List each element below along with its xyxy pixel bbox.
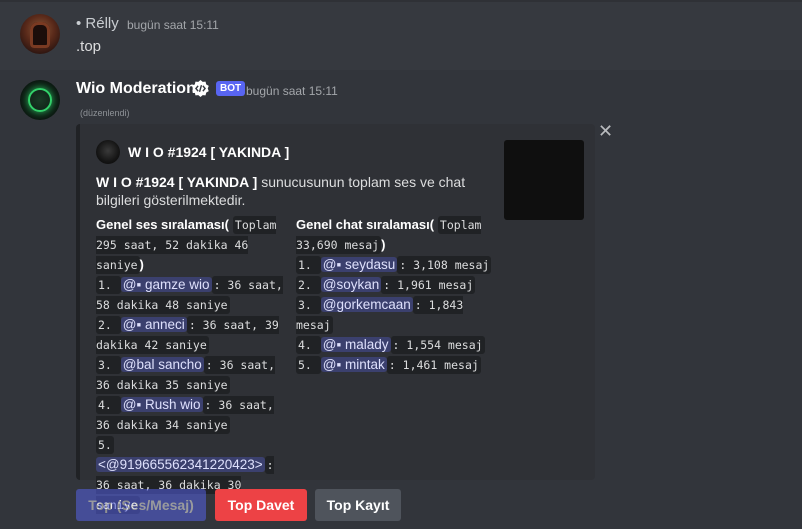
rank-number: 5. bbox=[296, 356, 321, 374]
rank-number: 5. bbox=[96, 436, 114, 454]
voice-title: Genel ses sıralaması bbox=[96, 217, 225, 232]
rank-number: 4. bbox=[96, 396, 121, 414]
user-mention[interactable]: @▪ mintak bbox=[320, 357, 387, 372]
user-mention[interactable]: @▪ anneci bbox=[120, 317, 187, 332]
user-mention[interactable]: @soykan bbox=[320, 277, 382, 292]
voice-ranking-field: Genel ses sıralaması( Toplam 295 saat, 5… bbox=[96, 215, 288, 515]
rank-value: : 1,961 mesaj bbox=[381, 276, 476, 294]
ranking-row: 1. @▪ gamze wio: 36 saat, 58 dakika 48 s… bbox=[96, 275, 288, 315]
rank-number: 2. bbox=[96, 316, 121, 334]
ranking-row: 4. @▪ malady: 1,554 mesaj bbox=[296, 335, 501, 355]
ranking-row: 2. @soykan: 1,961 mesaj bbox=[296, 275, 501, 295]
embed-description: W I O #1924 [ YAKINDA ] sunucusunun topl… bbox=[96, 174, 466, 208]
verified-developer-icon bbox=[192, 79, 209, 98]
top-davet-button[interactable]: Top Davet bbox=[215, 489, 307, 521]
ranking-row: 1. @▪ seydasu: 3,108 mesaj bbox=[296, 255, 501, 275]
rank-number: 1. bbox=[296, 256, 321, 274]
user-mention[interactable]: @bal sancho bbox=[120, 357, 204, 372]
timestamp: bugün saat 15:11 bbox=[246, 84, 338, 98]
edited-label: (düzenlendi) bbox=[80, 108, 130, 118]
chat-title: Genel chat sıralaması bbox=[296, 217, 430, 232]
bot-tag: BOT bbox=[216, 81, 246, 96]
rank-number: 1. bbox=[96, 276, 121, 294]
rank-value: : 1,461 mesaj bbox=[386, 356, 481, 374]
rank-number: 4. bbox=[296, 336, 321, 354]
user-mention[interactable]: @gorkemcaan bbox=[320, 297, 413, 312]
user-mention[interactable]: @▪ malady bbox=[320, 337, 391, 352]
user-mention[interactable]: <@919665562341220423> bbox=[96, 457, 265, 472]
top-kayit-button[interactable]: Top Kayıt bbox=[315, 489, 401, 521]
embed-thumbnail[interactable] bbox=[504, 140, 584, 220]
rank-number: 3. bbox=[96, 356, 121, 374]
rank-value: : 1,554 mesaj bbox=[390, 336, 485, 354]
embed: W I O #1924 [ YAKINDA ] W I O #1924 [ YA… bbox=[76, 124, 595, 514]
embed-author: W I O #1924 [ YAKINDA ] bbox=[128, 144, 290, 160]
embed-author-icon bbox=[96, 140, 120, 164]
ranking-row: 3. @bal sancho: 36 saat, 36 dakika 35 sa… bbox=[96, 355, 288, 395]
user-mention[interactable]: @▪ seydasu bbox=[320, 257, 398, 272]
chat-ranking-field: Genel chat sıralaması( Toplam 33,690 mes… bbox=[296, 215, 501, 375]
top-ses-mesaj-button[interactable]: Top (Ses/Mesaj) bbox=[76, 489, 206, 521]
user-mention[interactable]: @▪ gamze wio bbox=[120, 277, 212, 292]
rank-number: 3. bbox=[296, 296, 321, 314]
ranking-row: 2. @▪ anneci: 36 saat, 39 dakika 42 sani… bbox=[96, 315, 288, 355]
ranking-row: 3. @gorkemcaan: 1,843 mesaj bbox=[296, 295, 501, 335]
username[interactable]: Wio Moderation bbox=[76, 80, 196, 98]
ranking-row: 4. @▪ Rush wio: 36 saat, 36 dakika 34 sa… bbox=[96, 395, 288, 435]
voice-list: 1. @▪ gamze wio: 36 saat, 58 dakika 48 s… bbox=[96, 275, 288, 515]
avatar[interactable] bbox=[20, 80, 60, 120]
ranking-row: 5. @▪ mintak: 1,461 mesaj bbox=[296, 355, 501, 375]
message-wio-moderation: Wio Moderation BOT bugün saat 15:11 (düz… bbox=[0, 0, 802, 529]
rank-number: 2. bbox=[296, 276, 321, 294]
rank-value: : 3,108 mesaj bbox=[397, 256, 492, 274]
close-icon[interactable]: ✕ bbox=[598, 122, 613, 140]
user-mention[interactable]: @▪ Rush wio bbox=[120, 397, 203, 412]
chat-list: 1. @▪ seydasu: 3,108 mesaj 2. @soykan: 1,… bbox=[296, 255, 501, 375]
